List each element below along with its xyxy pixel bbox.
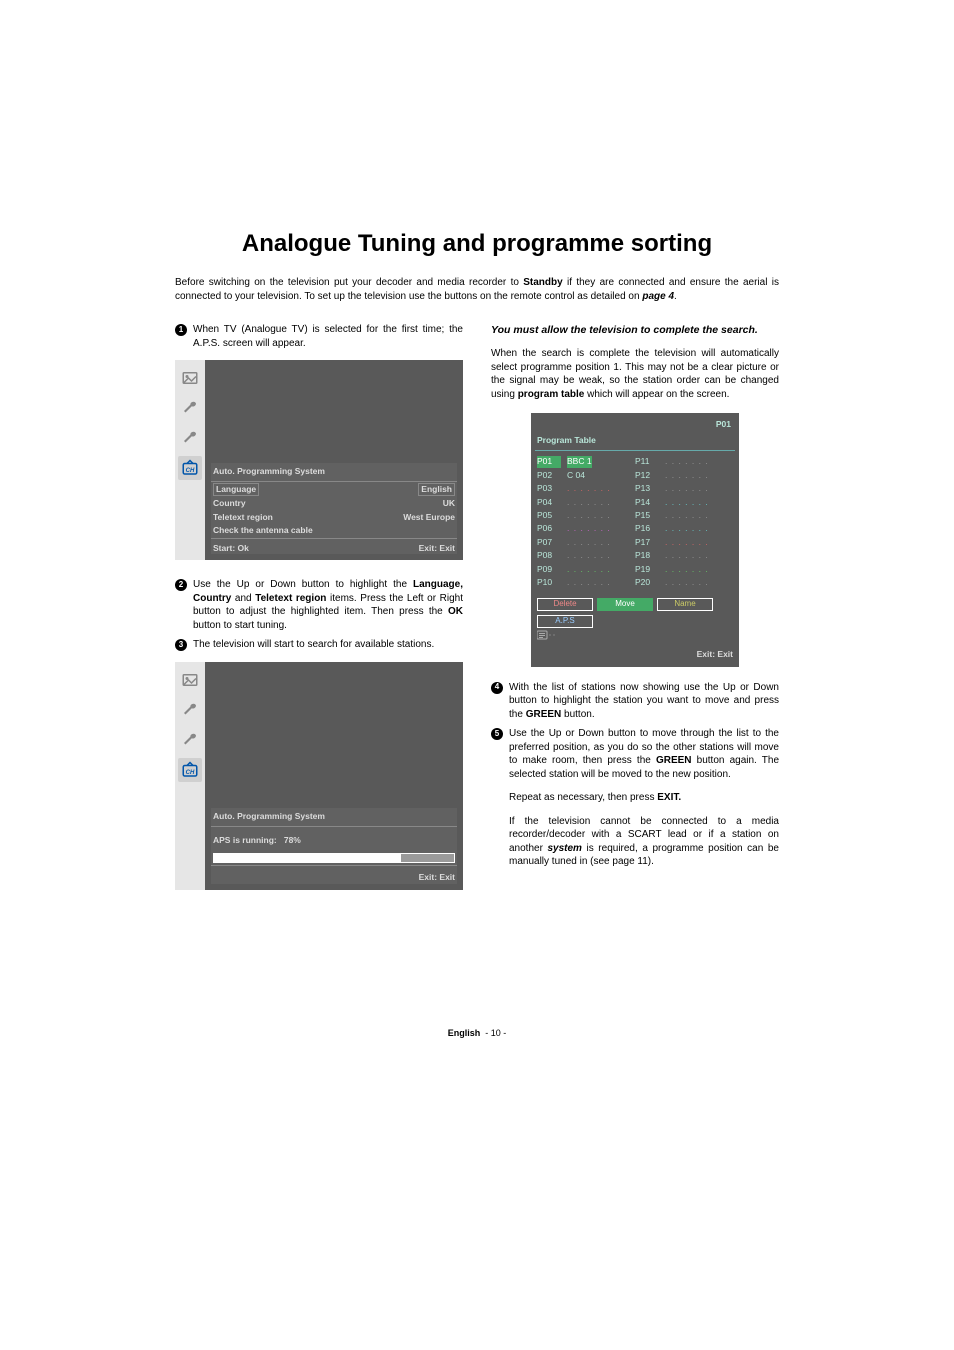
pt-col-1: P01BBC 1P02C 04P03. . . . . . .P04. . . … — [537, 455, 635, 590]
pt-btn-name: Name — [657, 598, 713, 611]
pt-row: P16. . . . . . . — [635, 522, 733, 535]
picture-icon — [178, 366, 202, 390]
pt-btn-delete: Delete — [537, 598, 593, 611]
osd-heading: Auto. Programming System — [211, 463, 457, 481]
pt-row: P14. . . . . . . — [635, 496, 733, 509]
pt-row: P15. . . . . . . — [635, 509, 733, 522]
osd-row-language: Language English — [211, 482, 457, 497]
picture-icon — [178, 668, 202, 692]
osd-aps-status: APS is running: 78% — [211, 827, 457, 847]
manual-tune-note: If the television cannot be connected to… — [509, 815, 779, 869]
step-number-5: 5 — [491, 728, 503, 740]
pt-row: P05. . . . . . . — [537, 509, 635, 522]
step-4: 4 With the list of stations now showing … — [491, 681, 779, 722]
page-footer: English - 10 - — [175, 1028, 779, 1078]
osd-sidebar: CH — [175, 662, 205, 890]
step-number-3: 3 — [175, 639, 187, 651]
pt-row: P02C 04 — [537, 469, 635, 482]
svg-text:CH: CH — [186, 769, 195, 775]
pt-row: P08. . . . . . . — [537, 549, 635, 562]
pt-row: P20. . . . . . . — [635, 576, 733, 589]
feature-wrench-icon — [178, 396, 202, 420]
install-wrench-icon — [178, 728, 202, 752]
osd-row-country: Country UK — [211, 497, 457, 510]
pt-exit: Exit: Exit — [535, 645, 735, 660]
pt-row: P13. . . . . . . — [635, 482, 733, 495]
step-3: 3 The television will start to search fo… — [175, 638, 463, 652]
pt-btn-aps: A.P.S — [537, 615, 593, 628]
svg-text:CH: CH — [186, 468, 195, 474]
pt-row: P17. . . . . . . — [635, 536, 733, 549]
pt-current: P01 — [535, 415, 735, 430]
channel-ch-icon: CH — [178, 456, 202, 480]
pt-row: P06. . . . . . . — [537, 522, 635, 535]
pt-row: P04. . . . . . . — [537, 496, 635, 509]
step-2: 2 Use the Up or Down button to highlight… — [175, 578, 463, 632]
step-5: 5 Use the Up or Down button to move thro… — [491, 727, 779, 781]
step-1: 1 When TV (Analogue TV) is selected for … — [175, 323, 463, 350]
repeat-note: Repeat as necessary, then press EXIT. — [509, 791, 779, 805]
page-title: Analogue Tuning and programme sorting — [175, 230, 779, 258]
pt-col-2: P11. . . . . . .P12. . . . . . .P13. . .… — [635, 455, 733, 590]
osd-antenna-note: Check the antenna cable — [211, 524, 457, 538]
step-number-2: 2 — [175, 579, 187, 591]
pt-row: P07. . . . . . . — [537, 536, 635, 549]
pt-row: P11. . . . . . . — [635, 455, 733, 468]
progress-bar — [211, 847, 457, 863]
osd-exit: Exit: Exit — [419, 872, 455, 883]
pt-title: Program Table — [535, 431, 735, 451]
osd-row-teletext: Teletext region West Europe — [211, 511, 457, 524]
teletext-icon — [535, 628, 735, 645]
pt-row: P19. . . . . . . — [635, 563, 733, 576]
osd-aps-setup: CH Auto. Programming System Language Eng… — [175, 360, 463, 560]
channel-ch-icon: CH — [178, 758, 202, 782]
osd-sidebar: CH — [175, 360, 205, 560]
osd-aps-running: CH Auto. Programming System APS is runni… — [175, 662, 463, 890]
pt-btn-move: Move — [597, 598, 653, 611]
pt-row: P10. . . . . . . — [537, 576, 635, 589]
step-number-1: 1 — [175, 324, 187, 336]
pt-row: P18. . . . . . . — [635, 549, 733, 562]
right-paragraph: When the search is complete the televisi… — [491, 347, 779, 401]
osd-start-ok: Start: Ok — [213, 543, 249, 554]
program-table: P01 Program Table P01BBC 1P02C 04P03. . … — [531, 413, 739, 667]
osd-exit: Exit: Exit — [419, 543, 455, 554]
install-wrench-icon — [178, 426, 202, 450]
intro-paragraph: Before switching on the television put y… — [175, 276, 779, 303]
feature-wrench-icon — [178, 698, 202, 722]
pt-row: P12. . . . . . . — [635, 469, 733, 482]
pt-row: P09. . . . . . . — [537, 563, 635, 576]
osd-heading: Auto. Programming System — [211, 808, 457, 826]
pt-row: P01BBC 1 — [537, 455, 635, 468]
pt-row: P03. . . . . . . — [537, 482, 635, 495]
complete-search-note: You must allow the television to complet… — [491, 323, 779, 337]
step-number-4: 4 — [491, 682, 503, 694]
